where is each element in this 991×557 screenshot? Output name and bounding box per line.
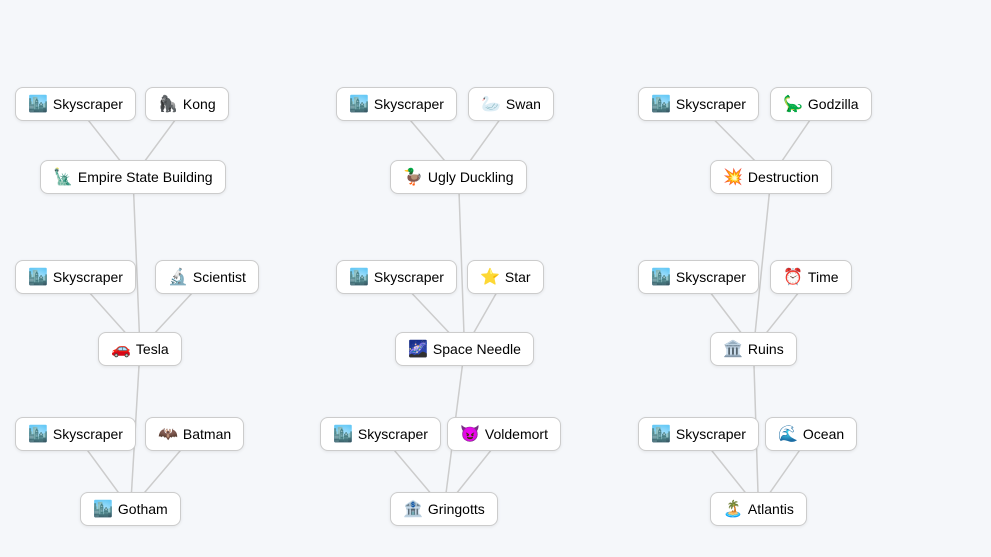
node-label-n22: Skyscraper — [676, 269, 746, 285]
node-label-n17: Voldemort — [485, 426, 548, 442]
node-label-n3: Empire State Building — [78, 169, 213, 185]
node-label-n6: Tesla — [136, 341, 169, 357]
node-label-n11: Swan — [506, 96, 541, 112]
node-n25[interactable]: 🏙️ Skyscraper — [638, 417, 759, 451]
node-label-n21: Destruction — [748, 169, 819, 185]
node-label-n14: Star — [505, 269, 531, 285]
node-label-n15: Space Needle — [433, 341, 521, 357]
node-n8[interactable]: 🦇 Batman — [145, 417, 244, 451]
node-label-n1: Skyscraper — [53, 96, 123, 112]
node-n20[interactable]: 🦕 Godzilla — [770, 87, 872, 121]
node-label-n9: Gotham — [118, 501, 168, 517]
node-n26[interactable]: 🌊 Ocean — [765, 417, 857, 451]
node-n3[interactable]: 🗽 Empire State Building — [40, 160, 226, 194]
node-n1[interactable]: 🏙️ Skyscraper — [15, 87, 136, 121]
connection-n12-n15 — [459, 177, 465, 349]
node-label-n12: Ugly Duckling — [428, 169, 514, 185]
node-label-n13: Skyscraper — [374, 269, 444, 285]
node-emoji-n3: 🗽 — [53, 167, 73, 187]
node-n23[interactable]: ⏰ Time — [770, 260, 852, 294]
node-emoji-n13: 🏙️ — [349, 267, 369, 287]
node-label-n5: Scientist — [193, 269, 246, 285]
node-n9[interactable]: 🏙️ Gotham — [80, 492, 181, 526]
node-label-n4: Skyscraper — [53, 269, 123, 285]
node-n22[interactable]: 🏙️ Skyscraper — [638, 260, 759, 294]
node-emoji-n11: 🦢 — [481, 94, 501, 114]
node-emoji-n14: ⭐ — [480, 267, 500, 287]
node-emoji-n21: 💥 — [723, 167, 743, 187]
node-n11[interactable]: 🦢 Swan — [468, 87, 554, 121]
node-n16[interactable]: 🏙️ Skyscraper — [320, 417, 441, 451]
node-emoji-n6: 🚗 — [111, 339, 131, 359]
node-emoji-n23: ⏰ — [783, 267, 803, 287]
node-label-n23: Time — [808, 269, 839, 285]
node-emoji-n25: 🏙️ — [651, 424, 671, 444]
node-n15[interactable]: 🌌 Space Needle — [395, 332, 534, 366]
node-n19[interactable]: 🏙️ Skyscraper — [638, 87, 759, 121]
node-n12[interactable]: 🦆 Ugly Duckling — [390, 160, 527, 194]
node-n14[interactable]: ⭐ Star — [467, 260, 544, 294]
node-label-n25: Skyscraper — [676, 426, 746, 442]
node-emoji-n8: 🦇 — [158, 424, 178, 444]
node-n10[interactable]: 🏙️ Skyscraper — [336, 87, 457, 121]
node-label-n10: Skyscraper — [374, 96, 444, 112]
node-emoji-n9: 🏙️ — [93, 499, 113, 519]
node-label-n7: Skyscraper — [53, 426, 123, 442]
node-label-n18: Gringotts — [428, 501, 485, 517]
node-emoji-n27: 🏝️ — [723, 499, 743, 519]
node-n18[interactable]: 🏦 Gringotts — [390, 492, 498, 526]
node-n6[interactable]: 🚗 Tesla — [98, 332, 182, 366]
node-label-n2: Kong — [183, 96, 216, 112]
node-n21[interactable]: 💥 Destruction — [710, 160, 832, 194]
node-emoji-n20: 🦕 — [783, 94, 803, 114]
node-emoji-n22: 🏙️ — [651, 267, 671, 287]
node-label-n24: Ruins — [748, 341, 784, 357]
node-label-n20: Godzilla — [808, 96, 859, 112]
node-n13[interactable]: 🏙️ Skyscraper — [336, 260, 457, 294]
node-emoji-n17: 😈 — [460, 424, 480, 444]
node-n27[interactable]: 🏝️ Atlantis — [710, 492, 807, 526]
node-emoji-n26: 🌊 — [778, 424, 798, 444]
node-label-n26: Ocean — [803, 426, 844, 442]
node-n5[interactable]: 🔬 Scientist — [155, 260, 259, 294]
node-emoji-n18: 🏦 — [403, 499, 423, 519]
node-emoji-n2: 🦍 — [158, 94, 178, 114]
node-emoji-n19: 🏙️ — [651, 94, 671, 114]
node-emoji-n4: 🏙️ — [28, 267, 48, 287]
node-label-n8: Batman — [183, 426, 231, 442]
node-emoji-n10: 🏙️ — [349, 94, 369, 114]
canvas: 🏙️ Skyscraper 🦍 Kong 🗽 Empire State Building 🏙… — [0, 12, 991, 502]
node-emoji-n16: 🏙️ — [333, 424, 353, 444]
node-n24[interactable]: 🏛️ Ruins — [710, 332, 797, 366]
node-n17[interactable]: 😈 Voldemort — [447, 417, 561, 451]
node-n7[interactable]: 🏙️ Skyscraper — [15, 417, 136, 451]
node-n2[interactable]: 🦍 Kong — [145, 87, 229, 121]
node-emoji-n1: 🏙️ — [28, 94, 48, 114]
node-label-n16: Skyscraper — [358, 426, 428, 442]
node-n4[interactable]: 🏙️ Skyscraper — [15, 260, 136, 294]
header — [0, 0, 991, 12]
node-emoji-n12: 🦆 — [403, 167, 423, 187]
node-emoji-n7: 🏙️ — [28, 424, 48, 444]
node-label-n27: Atlantis — [748, 501, 794, 517]
node-emoji-n24: 🏛️ — [723, 339, 743, 359]
node-label-n19: Skyscraper — [676, 96, 746, 112]
node-emoji-n5: 🔬 — [168, 267, 188, 287]
node-emoji-n15: 🌌 — [408, 339, 428, 359]
